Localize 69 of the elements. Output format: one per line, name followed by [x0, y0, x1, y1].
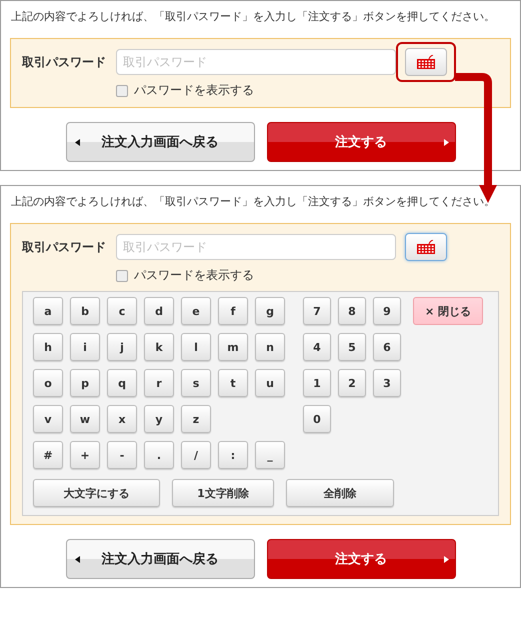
checkbox-label: パスワードを表示する [134, 267, 254, 284]
key[interactable]: 0 [303, 405, 331, 433]
key[interactable]: 6 [373, 333, 401, 361]
key[interactable]: q [107, 369, 137, 397]
key[interactable]: m [218, 333, 248, 361]
keyboard-icon [416, 240, 436, 254]
field-label: 取引パスワード [22, 54, 107, 70]
key[interactable]: x [107, 405, 137, 433]
back-button[interactable]: 注文入力画面へ戻る [66, 539, 254, 579]
key[interactable]: - [107, 441, 137, 469]
key[interactable]: e [181, 297, 211, 325]
checkbox-label: パスワードを表示する [134, 82, 254, 99]
key[interactable]: s [181, 369, 211, 397]
keyboard-button[interactable] [405, 233, 447, 261]
action-key[interactable]: 全削除 [286, 479, 394, 507]
key[interactable]: o [33, 369, 63, 397]
key[interactable]: # [33, 441, 63, 469]
key[interactable]: p [70, 369, 100, 397]
key[interactable]: z [181, 405, 211, 433]
key[interactable]: k [144, 333, 174, 361]
key[interactable]: j [107, 333, 137, 361]
key[interactable]: : [218, 441, 248, 469]
key[interactable]: t [218, 369, 248, 397]
close-button[interactable]: × 閉じる [413, 297, 483, 325]
key[interactable]: v [33, 405, 63, 433]
key[interactable]: f [218, 297, 248, 325]
action-key[interactable]: 大文字にする [33, 479, 160, 507]
key[interactable]: w [70, 405, 100, 433]
key[interactable]: h [33, 333, 63, 361]
password-field[interactable]: 取引パスワード [116, 234, 396, 260]
left-triangle-icon [74, 139, 80, 146]
key[interactable]: 5 [338, 333, 366, 361]
key[interactable]: b [70, 297, 100, 325]
right-triangle-icon [444, 139, 448, 146]
key[interactable]: + [70, 441, 100, 469]
key[interactable]: / [181, 441, 211, 469]
key[interactable]: 3 [373, 369, 401, 397]
key[interactable]: . [144, 441, 174, 469]
checkbox[interactable] [116, 84, 128, 96]
key[interactable]: u [255, 369, 285, 397]
key[interactable]: a [33, 297, 63, 325]
key[interactable]: 9 [373, 297, 401, 325]
key[interactable]: d [144, 297, 174, 325]
key[interactable]: 2 [338, 369, 366, 397]
submit-button[interactable]: 注文する [266, 122, 456, 162]
key[interactable]: 4 [303, 333, 331, 361]
action-key[interactable]: 1文字削除 [172, 479, 274, 507]
key[interactable]: _ [255, 441, 285, 469]
key[interactable]: i [70, 333, 100, 361]
key[interactable]: n [255, 333, 285, 361]
right-triangle-icon [444, 556, 448, 563]
key[interactable]: c [107, 297, 137, 325]
checkbox[interactable] [116, 270, 128, 282]
keyboard-button[interactable] [405, 48, 447, 76]
instruction-text: 上記の内容でよろしければ、「取引パスワード」を入力し「注文する」ボタンを押してください。 [10, 9, 496, 24]
keyboard-icon [416, 55, 436, 69]
back-button[interactable]: 注文入力画面へ戻る [66, 122, 254, 162]
submit-button[interactable]: 注文する [266, 539, 456, 579]
field-label: 取引パスワード [22, 238, 107, 256]
key[interactable]: 1 [303, 369, 331, 397]
key[interactable]: g [255, 297, 285, 325]
key[interactable]: 7 [303, 297, 331, 325]
key[interactable]: l [181, 333, 211, 361]
left-triangle-icon [74, 556, 80, 563]
key[interactable]: r [144, 369, 174, 397]
key[interactable]: y [144, 405, 174, 433]
instruction-text: 上記の内容でよろしければ、「取引パスワード」を入力し「注文する」ボタンを押してください。 [10, 194, 496, 209]
password-field[interactable]: 取引パスワード [116, 49, 396, 75]
key[interactable]: 8 [338, 297, 366, 325]
